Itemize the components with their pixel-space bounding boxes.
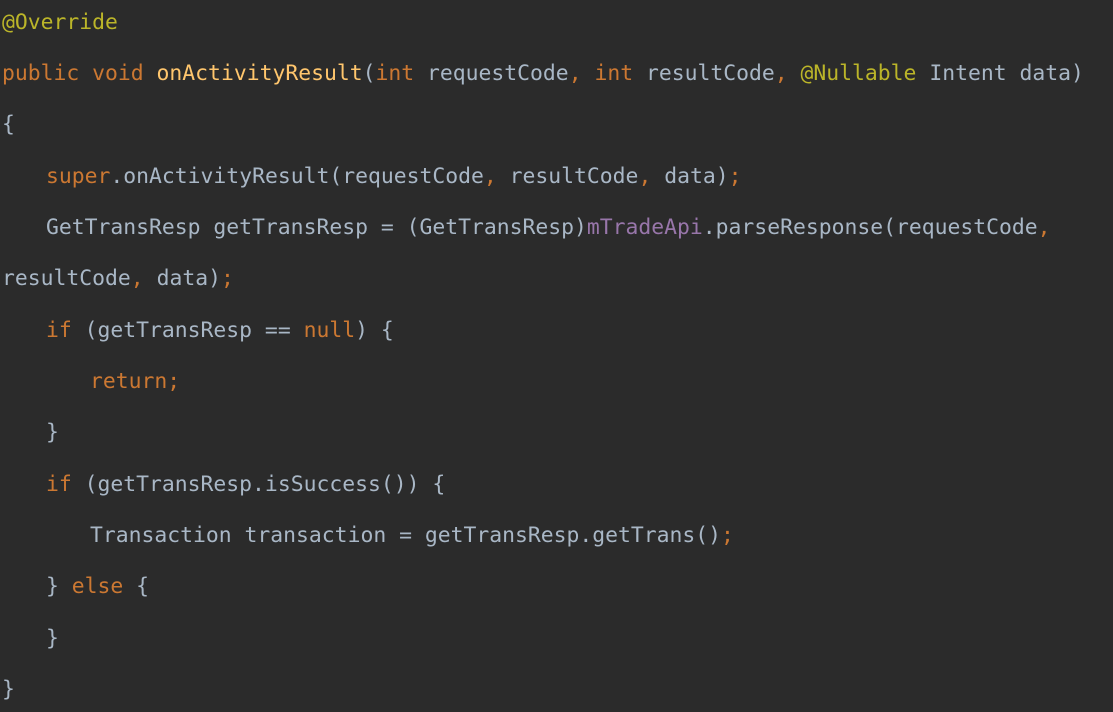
code-token-plain: } xyxy=(2,677,15,702)
code-line[interactable]: } else { xyxy=(46,572,149,602)
code-line[interactable]: GetTransResp getTransResp = (GetTransRes… xyxy=(46,213,1051,243)
code-token-plain: GetTransResp getTransResp = (GetTransRes… xyxy=(46,215,587,240)
code-token-plain: resultCode xyxy=(645,61,775,86)
code-token-keyword: public void xyxy=(2,61,157,86)
code-token-keyword: super xyxy=(46,164,111,189)
code-line[interactable]: } xyxy=(2,675,15,705)
code-token-keyword: int xyxy=(594,61,646,86)
code-token-keyword: else xyxy=(71,574,137,599)
code-token-keyword: null xyxy=(303,318,356,343)
code-token-plain: } xyxy=(46,574,72,599)
code-token-keyword: if xyxy=(46,472,85,497)
code-token-plain: Intent data) xyxy=(929,61,1084,86)
code-line[interactable]: } xyxy=(46,624,59,654)
code-token-plain: data) xyxy=(156,266,221,291)
code-line[interactable]: public void onActivityResult(int request… xyxy=(2,59,1084,89)
code-token-plain: ) { xyxy=(355,318,394,343)
code-token-plain: { xyxy=(136,574,150,599)
code-line[interactable]: super.onActivityResult(requestCode, resu… xyxy=(46,162,742,192)
code-line[interactable]: return; xyxy=(90,367,180,397)
code-line[interactable]: @Override xyxy=(2,8,118,38)
code-token-plain: data) xyxy=(664,164,729,189)
code-token-plain: resultCode xyxy=(2,266,131,291)
code-token-plain: requestCode xyxy=(427,61,569,86)
code-token-punct: , xyxy=(638,164,665,189)
code-token-punct: , xyxy=(483,164,510,189)
code-token-keyword: if xyxy=(46,318,85,343)
code-token-punct: , xyxy=(568,61,595,86)
code-token-plain: } xyxy=(46,420,59,445)
code-token-punct: , xyxy=(1037,215,1051,240)
code-token-plain: { xyxy=(2,112,15,137)
code-line[interactable]: } xyxy=(46,418,59,448)
code-token-plain: } xyxy=(46,626,59,651)
code-token-punct: , xyxy=(130,266,157,291)
code-token-field: mTradeApi xyxy=(586,215,703,240)
code-token-plain: (getTransResp.isSuccess()) { xyxy=(84,472,446,497)
code-token-annotation: @Nullable xyxy=(800,61,930,86)
code-token-plain: Transaction transaction = getTransResp.g… xyxy=(90,523,722,548)
code-token-keyword: return; xyxy=(90,369,181,394)
code-token-punct: ; xyxy=(721,523,734,548)
code-token-keyword: int xyxy=(375,61,428,86)
code-token-annotation: @Override xyxy=(2,10,118,35)
code-token-punct: ; xyxy=(220,266,234,291)
code-token-plain: resultCode xyxy=(509,164,639,189)
code-line[interactable]: if (getTransResp == null) { xyxy=(46,316,394,346)
code-line[interactable]: { xyxy=(2,110,15,140)
code-token-plain: (getTransResp == xyxy=(84,318,304,343)
code-token-plain: .onActivityResult(requestCode xyxy=(110,164,484,189)
code-line[interactable]: if (getTransResp.isSuccess()) { xyxy=(46,470,445,500)
code-editor[interactable]: @Override public void onActivityResult(in… xyxy=(0,0,1113,712)
code-token-punct: ; xyxy=(728,164,742,189)
code-token-plain: .parseResponse(requestCode xyxy=(702,215,1038,240)
code-line[interactable]: Transaction transaction = getTransResp.g… xyxy=(90,521,734,551)
code-line[interactable]: resultCode, data); xyxy=(2,264,234,294)
code-token-plain: ( xyxy=(362,61,376,86)
code-token-punct: , xyxy=(774,61,801,86)
code-token-method: onActivityResult xyxy=(156,61,363,86)
